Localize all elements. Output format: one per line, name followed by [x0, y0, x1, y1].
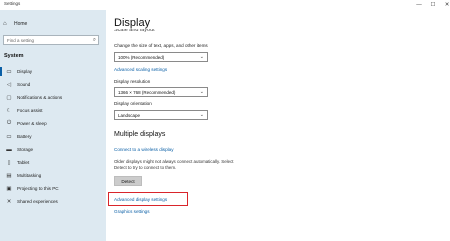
active-indicator — [0, 171, 2, 180]
search-input[interactable]: Find a setting ⌕ — [3, 35, 99, 45]
main-content: Display Scale and layout Change the size… — [106, 10, 450, 241]
speaker-icon: ◁ — [6, 81, 12, 88]
active-indicator — [0, 197, 2, 206]
graphics-settings-link[interactable]: Graphics settings — [114, 209, 150, 214]
message-icon: ▢ — [6, 94, 12, 101]
maximize-button[interactable]: ☐ — [426, 0, 440, 10]
advanced-scaling-link[interactable]: Advanced scaling settings — [114, 67, 167, 72]
sidebar: ⌂ Home Find a setting ⌕ System ▭ Display ◁… — [0, 10, 106, 241]
active-indicator — [0, 132, 2, 141]
resolution-label: Display resolution — [114, 79, 151, 84]
sidebar-item-display[interactable]: ▭ Display — [0, 66, 106, 77]
sidebar-item-label: Multitasking — [17, 173, 42, 178]
active-indicator — [0, 80, 2, 89]
title-bar: Settings — ☐ ✕ — [0, 0, 450, 10]
scale-dropdown[interactable]: 100% (Recommended) ⌄ — [114, 52, 208, 62]
sidebar-item-focus-assist[interactable]: ☾ Focus assist — [0, 105, 106, 116]
detect-button[interactable]: Detect — [114, 176, 142, 186]
active-indicator — [0, 67, 2, 76]
sidebar-item-multitasking[interactable]: ▤ Multitasking — [0, 170, 106, 181]
sidebar-item-projecting-to-this-pc[interactable]: ▣ Projecting to this PC — [0, 183, 106, 194]
orientation-label: Display orientation — [114, 101, 152, 106]
sidebar-item-label: Tablet — [17, 160, 30, 165]
sidebar-item-tablet[interactable]: ▯ Tablet — [0, 157, 106, 168]
projector-icon: ▣ — [6, 185, 12, 192]
close-button[interactable]: ✕ — [440, 0, 450, 10]
scale-heading: Scale and layout — [114, 29, 155, 33]
scale-value: 100% (Recommended) — [118, 55, 165, 60]
scale-label: Change the size of text, apps, and other… — [114, 43, 208, 48]
active-indicator — [0, 106, 2, 115]
battery-icon: ▭ — [6, 133, 12, 140]
storage-icon: ▬ — [6, 146, 12, 153]
tablet-icon: ▯ — [7, 159, 11, 166]
sidebar-item-label: Sound — [17, 82, 31, 87]
detect-description: Older displays might not always connect … — [114, 159, 234, 170]
resolution-dropdown[interactable]: 1366 × 768 (Recommended) ⌄ — [114, 87, 208, 97]
monitor-icon: ▭ — [6, 68, 12, 75]
home-label: Home — [14, 21, 28, 27]
sidebar-item-label: Notifications & actions — [17, 95, 63, 100]
search-placeholder: Find a setting — [7, 38, 35, 43]
sidebar-item-notifications-actions[interactable]: ▢ Notifications & actions — [0, 92, 106, 103]
sidebar-item-label: Projecting to this PC — [17, 186, 59, 191]
power-icon: ⏻ — [6, 120, 12, 126]
active-indicator — [0, 119, 2, 128]
sidebar-item-label: Display — [17, 69, 33, 74]
home-icon: ⌂ — [3, 21, 7, 27]
active-indicator — [0, 145, 2, 154]
sidebar-item-shared-experiences[interactable]: ✕ Shared experiences — [0, 196, 106, 207]
multiple-displays-heading: Multiple displays — [114, 131, 166, 138]
resolution-value: 1366 × 768 (Recommended) — [118, 90, 176, 95]
page-title: Display — [114, 17, 151, 29]
section-title: System — [4, 53, 24, 59]
window-title: Settings — [4, 1, 21, 6]
detect-button-label: Detect — [121, 179, 135, 184]
minimize-button[interactable]: — — [412, 0, 426, 10]
sidebar-item-storage[interactable]: ▬ Storage — [0, 144, 106, 155]
chevron-down-icon: ⌄ — [199, 54, 204, 60]
sidebar-item-power-sleep[interactable]: ⏻ Power & sleep — [0, 118, 106, 129]
sidebar-item-label: Focus assist — [17, 108, 43, 113]
sidebar-item-label: Shared experiences — [17, 199, 58, 204]
active-indicator — [0, 184, 2, 193]
sidebar-item-label: Storage — [17, 147, 34, 152]
active-indicator — [0, 93, 2, 102]
sidebar-item-battery[interactable]: ▭ Battery — [0, 131, 106, 142]
sidebar-item-label: Power & sleep — [17, 121, 47, 126]
chevron-down-icon: ⌄ — [199, 89, 204, 95]
multitasking-icon: ▤ — [6, 172, 12, 179]
advanced-display-link[interactable]: Advanced display settings — [114, 197, 167, 202]
chevron-down-icon: ⌄ — [199, 112, 204, 118]
orientation-dropdown[interactable]: Landscape ⌄ — [114, 110, 208, 120]
shared-icon: ✕ — [6, 198, 12, 205]
search-icon: ⌕ — [92, 37, 96, 43]
sidebar-item-label: Battery — [17, 134, 32, 139]
wireless-display-link[interactable]: Connect to a wireless display — [114, 147, 174, 152]
active-indicator — [0, 158, 2, 167]
sidebar-item-sound[interactable]: ◁ Sound — [0, 79, 106, 90]
moon-icon: ☾ — [6, 107, 12, 114]
home-nav[interactable]: ⌂ Home — [3, 20, 27, 28]
orientation-value: Landscape — [118, 113, 141, 118]
